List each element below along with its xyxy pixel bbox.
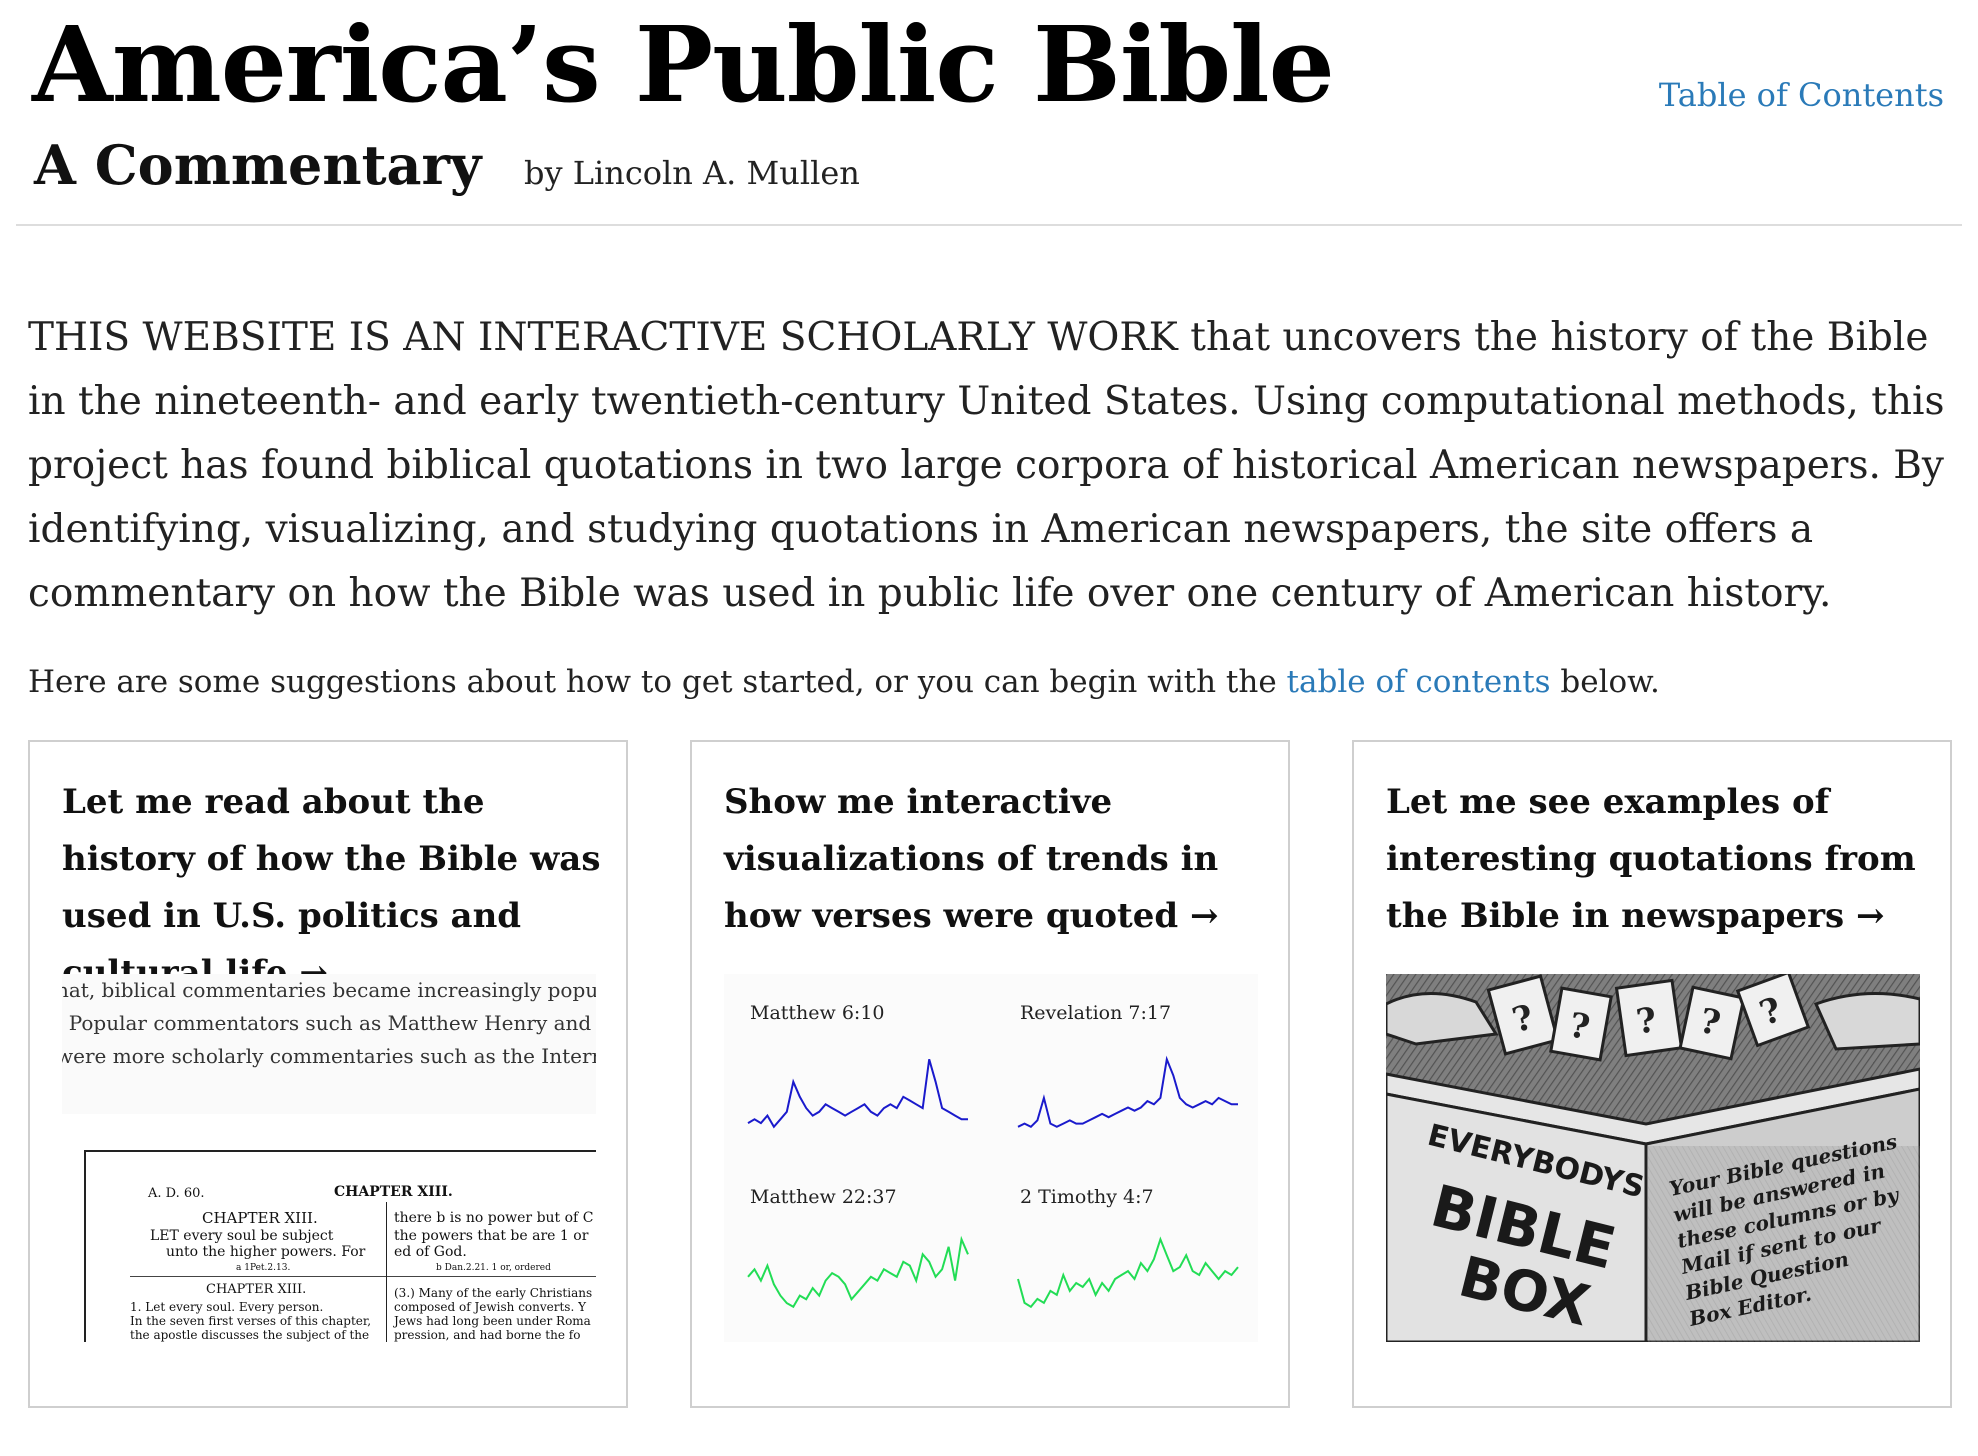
- book-page-comment-line: 1. Let every soul. Every person.: [130, 1300, 324, 1314]
- book-page-scan: A. D. 60. CHAPTER XIII. CHAPTER XIII. LE…: [84, 1150, 596, 1342]
- sparkline-series: [1017, 1236, 1239, 1309]
- book-page-comment-heading: CHAPTER XIII.: [206, 1282, 307, 1297]
- suggestions-text: Here are some suggestions about how to g…: [28, 658, 1958, 706]
- book-page-column-rule: [386, 1202, 387, 1342]
- bible-box-illustration: ? ? ? ? ? EVERYBODYSBIBLEBOX Your Bible …: [1386, 974, 1920, 1342]
- book-page-comment-line: (3.) Many of the early Christians: [394, 1286, 593, 1300]
- site-author: by Lincoln A. Mullen: [524, 154, 860, 192]
- card-examples[interactable]: Let me see examples of interesting quota…: [1352, 740, 1952, 1408]
- site-header: America’s Public Bible A Commentary by L…: [16, 0, 1962, 226]
- bible-box-image: ? ? ? ? ? EVERYBODYS BIBLE BOX Your Bible …: [1386, 974, 1920, 1342]
- book-page-right-ref: b Dan.2.21. 1 or, ordered: [436, 1263, 551, 1273]
- book-excerpt-line: . Popular commentators such as Matthew H…: [62, 1011, 596, 1035]
- sparklines-svg: [747, 1055, 1239, 1309]
- book-page-cross-ref: a 1Pet.2.13.: [236, 1263, 291, 1273]
- book-page-right-text: there b is no power but of C: [394, 1210, 594, 1226]
- book-excerpt: nat, biblical commentaries became increa…: [62, 974, 596, 1114]
- book-page-comment-line: In the seven first verses of this chapte…: [130, 1314, 372, 1328]
- book-excerpt-line: were more scholarly commentaries such as…: [62, 1044, 596, 1068]
- intro-text: that uncovers the history of the Bible i…: [28, 315, 1945, 616]
- card-title[interactable]: Let me see examples of interesting quota…: [1386, 774, 1934, 945]
- card-visualizations[interactable]: Show me interactive visualizations of tr…: [690, 740, 1290, 1408]
- suggestions-after: below.: [1550, 664, 1660, 700]
- book-excerpt-line: nat, biblical commentaries became increa…: [62, 978, 596, 1002]
- book-page-comment-line: composed of Jewish converts. Y: [394, 1300, 587, 1314]
- sparkline-series: [747, 1235, 969, 1309]
- intro-lead-caps: THIS WEBSITE IS AN INTERACTIVE SCHOLARLY…: [28, 315, 1178, 360]
- sparkline-series: [747, 1059, 968, 1129]
- site-title[interactable]: America’s Public Bible: [32, 7, 1335, 122]
- book-page-year: A. D. 60.: [148, 1186, 205, 1201]
- book-page-comment-line: Jews had long been under Roma: [394, 1314, 591, 1328]
- card-title[interactable]: Let me read about the history of how the…: [62, 774, 610, 1002]
- book-page-right-text: the powers that be are 1 or: [394, 1228, 589, 1244]
- book-page-right-text: ed of God.: [394, 1244, 467, 1260]
- book-page-comment-line: pression, and had borne the fo: [394, 1328, 581, 1342]
- table-of-contents-inline-link[interactable]: table of contents: [1287, 664, 1551, 700]
- book-page-verse: unto the higher powers. For: [166, 1244, 366, 1260]
- book-page-running-head: CHAPTER XIII.: [334, 1184, 453, 1200]
- card-read-history[interactable]: Let me read about the history of how the…: [28, 740, 628, 1408]
- book-commentary-image: nat, biblical commentaries became increa…: [62, 974, 596, 1342]
- sparkline-panel: Matthew 6:10 Revelation 7:17 Matthew 22:…: [724, 974, 1258, 1342]
- table-of-contents-link[interactable]: Table of Contents: [1659, 76, 1944, 114]
- book-page-chapter-heading: CHAPTER XIII.: [202, 1209, 318, 1227]
- book-page-comment-line: the apostle discusses the subject of the: [130, 1328, 370, 1342]
- sparkline-series: [1017, 1055, 1238, 1129]
- site-subtitle: A Commentary: [34, 133, 482, 197]
- suggestions-before: Here are some suggestions about how to g…: [28, 664, 1287, 700]
- sparkline-grid: Matthew 6:10 Revelation 7:17 Matthew 22:…: [724, 974, 1258, 1342]
- card-title[interactable]: Show me interactive visualizations of tr…: [724, 774, 1272, 945]
- book-page-verse: LET every soul be subject: [150, 1228, 334, 1244]
- intro-paragraph: THIS WEBSITE IS AN INTERACTIVE SCHOLARLY…: [28, 306, 1958, 626]
- book-page-divider: [130, 1276, 596, 1277]
